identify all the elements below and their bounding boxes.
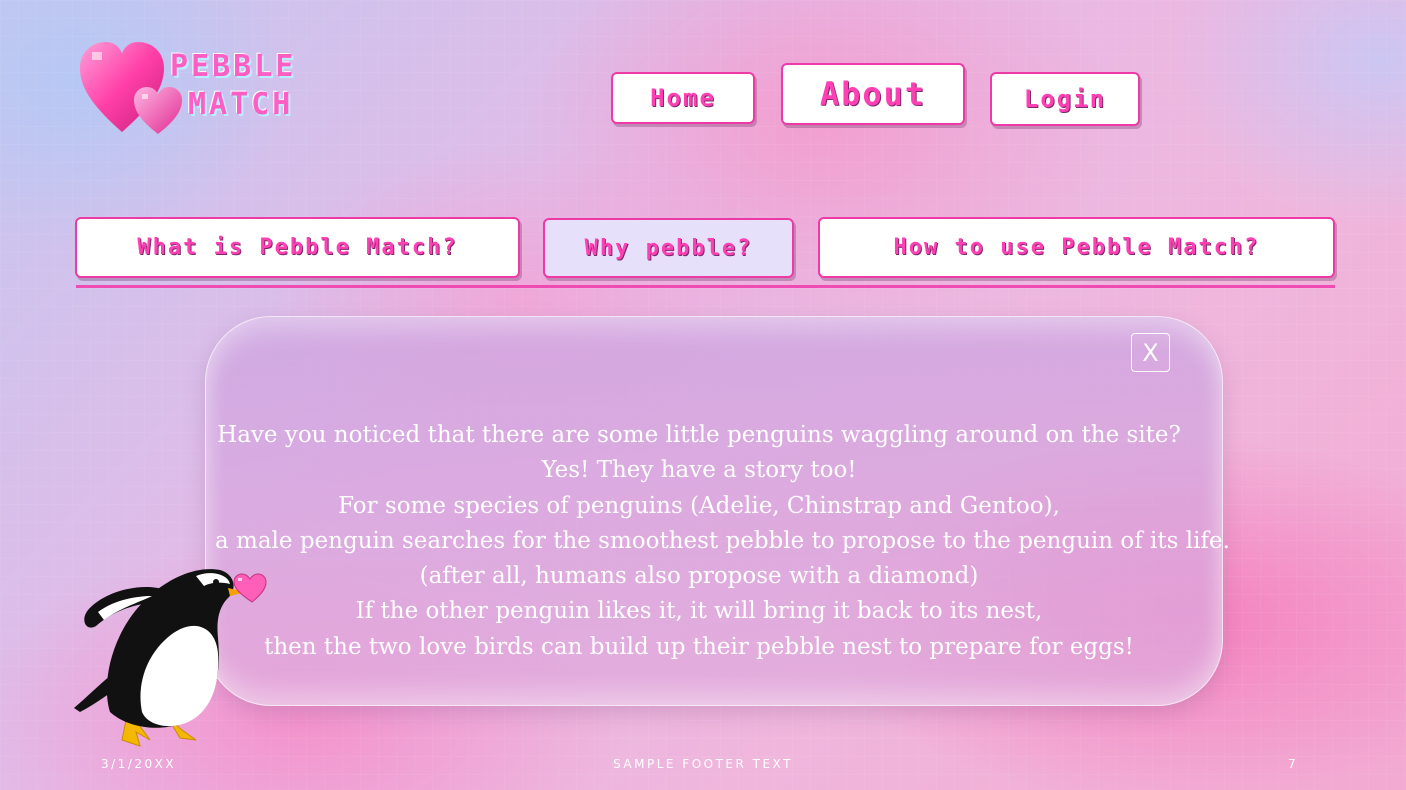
story-line: For some species of penguins (Adelie, Ch… xyxy=(338,492,1060,519)
logo[interactable]: Pebble Match xyxy=(80,42,340,138)
logo-wordmark: Pebble Match xyxy=(170,48,296,124)
story-line: then the two love birds can build up the… xyxy=(264,633,1134,660)
story-line: If the other penguin likes it, it will b… xyxy=(355,598,1043,625)
story-text: Have you noticed that there are some lit… xyxy=(215,418,1230,665)
tab-divider xyxy=(76,285,1335,288)
nav-about-button[interactable]: About xyxy=(781,63,965,125)
nav-login-button[interactable]: Login xyxy=(990,72,1140,126)
story-line: a male penguin searches for the smoothes… xyxy=(215,527,1230,554)
tab-how-to-use[interactable]: How to use Pebble Match? xyxy=(818,217,1335,278)
logo-line-1: Pebble xyxy=(170,49,297,84)
story-line: Yes! They have a story too! xyxy=(541,457,857,484)
story-line: (after all, humans also propose with a d… xyxy=(419,563,979,590)
footer-text: Sample Footer Text xyxy=(613,757,793,771)
footer-page-number: 7 xyxy=(1288,757,1299,771)
logo-line-2: Match xyxy=(188,87,294,122)
penguin-icon xyxy=(74,569,267,747)
story-line: Have you noticed that there are some lit… xyxy=(217,422,1181,448)
nav-home-button[interactable]: Home xyxy=(611,72,755,124)
close-button[interactable]: X xyxy=(1131,333,1170,372)
tab-why-pebble[interactable]: Why pebble? xyxy=(543,218,794,278)
tab-what-is-pebble-match[interactable]: What is Pebble Match? xyxy=(75,217,520,278)
